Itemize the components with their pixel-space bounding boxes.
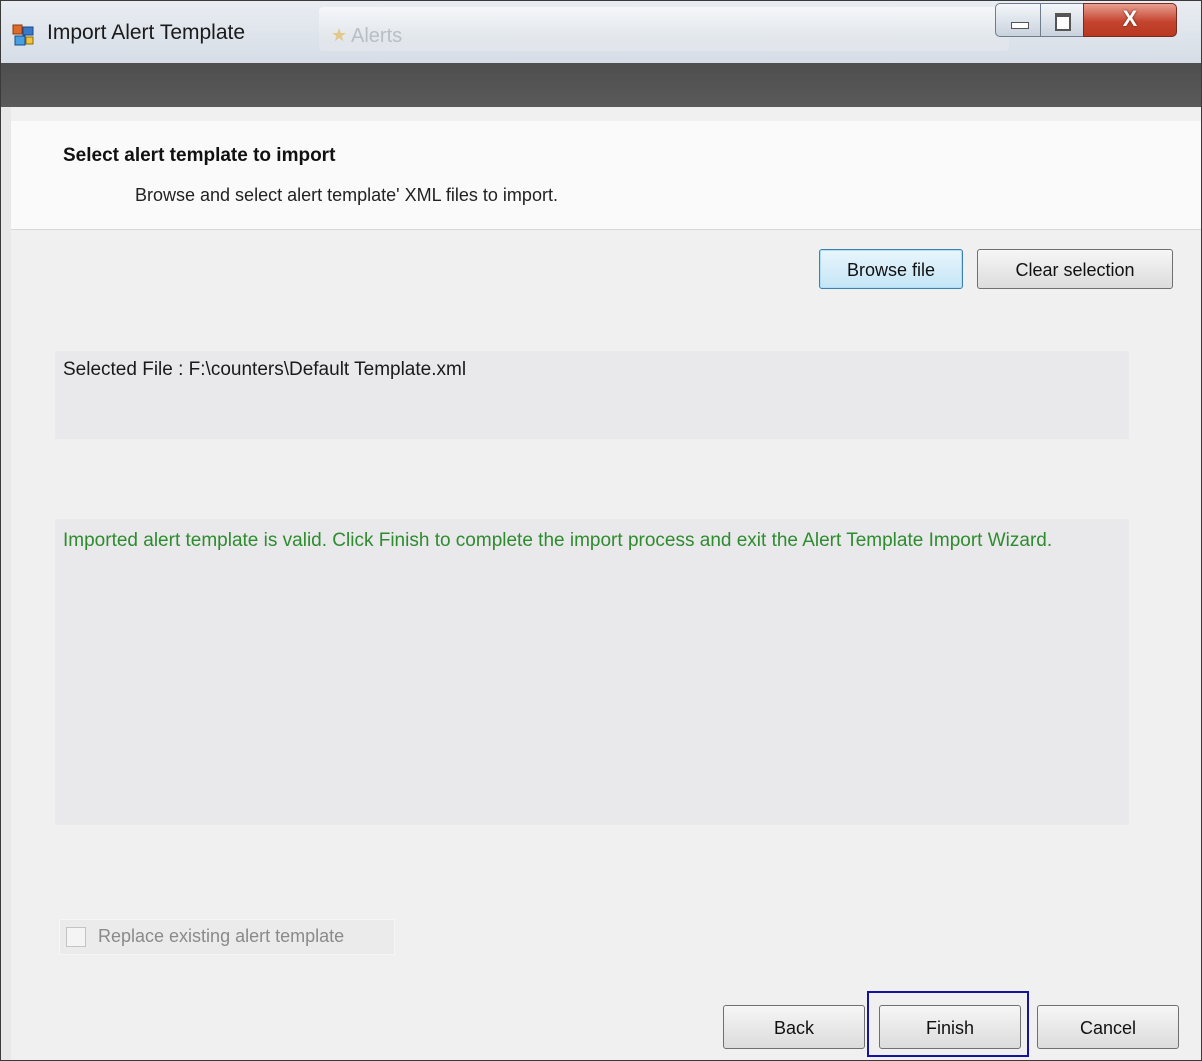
- page-subtitle: Browse and select alert template' XML fi…: [135, 185, 558, 205]
- import-alert-template-window: ★ Alerts Import Alert Template X Select …: [0, 0, 1202, 1061]
- replace-existing-checkbox[interactable]: [66, 927, 86, 947]
- background-tab: [319, 7, 1009, 51]
- close-button[interactable]: X: [1083, 3, 1177, 37]
- window-title: Import Alert Template: [47, 21, 246, 44]
- background-tab-label: Alerts: [351, 25, 403, 47]
- title-bar[interactable]: ★ Alerts Import Alert Template X: [1, 1, 1201, 63]
- close-icon: X: [1122, 6, 1138, 31]
- finish-button[interactable]: Finish: [879, 1005, 1021, 1049]
- minimize-icon: [996, 4, 1040, 36]
- wizard-banner: [1, 63, 1201, 107]
- minimize-button[interactable]: [995, 3, 1041, 37]
- selected-file-text: Selected File : F:\counters\Default Temp…: [63, 359, 467, 380]
- browse-file-button[interactable]: Browse file: [819, 249, 963, 289]
- star-icon: ★: [331, 25, 348, 45]
- app-icon: [12, 24, 34, 46]
- back-button[interactable]: Back: [723, 1005, 865, 1049]
- left-edge: [1, 107, 11, 1060]
- replace-existing-checkbox-row[interactable]: Replace existing alert template: [59, 919, 395, 955]
- page-title: Select alert template to import: [63, 145, 336, 166]
- status-message-panel: Imported alert template is valid. Click …: [55, 519, 1129, 825]
- wizard-header: Select alert template to import Browse a…: [11, 121, 1201, 230]
- selected-file-panel: Selected File : F:\counters\Default Temp…: [55, 351, 1129, 439]
- replace-existing-label: Replace existing alert template: [98, 926, 345, 946]
- status-message: Imported alert template is valid. Click …: [63, 530, 1053, 551]
- maximize-icon: [1041, 4, 1083, 36]
- maximize-button[interactable]: [1040, 3, 1084, 37]
- clear-selection-button[interactable]: Clear selection: [977, 249, 1173, 289]
- cancel-button[interactable]: Cancel: [1037, 1005, 1179, 1049]
